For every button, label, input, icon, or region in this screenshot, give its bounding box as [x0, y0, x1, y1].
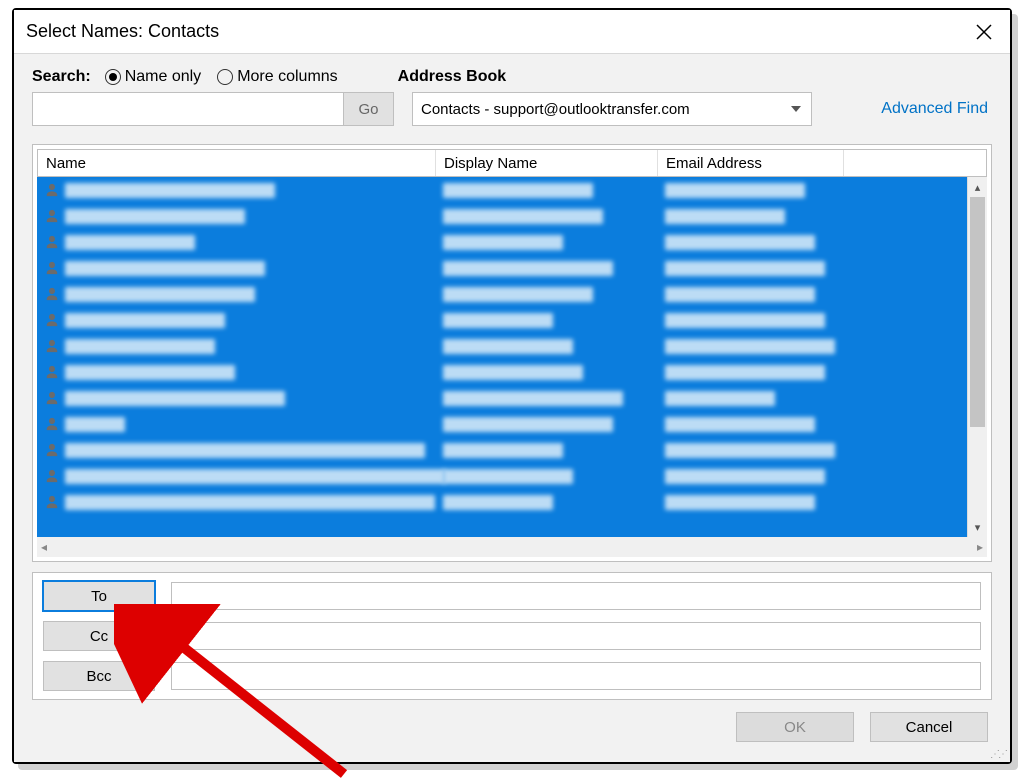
person-icon [43, 443, 61, 457]
table-row[interactable] [37, 307, 967, 333]
search-mode-group: Name only More columns [105, 68, 338, 86]
scroll-down-arrow[interactable]: ▾ [968, 517, 987, 537]
bcc-button[interactable]: Bcc [43, 661, 155, 691]
vertical-scrollbar[interactable]: ▴ ▾ [967, 177, 987, 537]
column-headers: Name Display Name Email Address [37, 149, 987, 177]
scroll-left-arrow[interactable]: ◂ [41, 540, 47, 554]
ok-button[interactable]: OK [736, 712, 854, 742]
address-book-label: Address Book [398, 68, 506, 86]
table-row[interactable] [37, 281, 967, 307]
search-label: Search: [32, 68, 91, 86]
go-button[interactable]: Go [344, 92, 394, 126]
close-icon [976, 24, 992, 40]
person-icon [43, 183, 61, 197]
person-icon [43, 417, 61, 431]
to-row: To [43, 581, 981, 611]
person-icon [43, 495, 61, 509]
table-row[interactable] [37, 333, 967, 359]
close-button[interactable] [970, 18, 998, 46]
table-row[interactable] [37, 229, 967, 255]
table-row[interactable] [37, 411, 967, 437]
person-icon [43, 313, 61, 327]
recipients-panel: To Cc Bcc [32, 572, 992, 700]
cancel-button[interactable]: Cancel [870, 712, 988, 742]
table-row[interactable] [37, 489, 967, 515]
bcc-input[interactable] [171, 662, 981, 690]
cc-button[interactable]: Cc [43, 621, 155, 651]
scroll-up-arrow[interactable]: ▴ [968, 177, 987, 197]
column-header-extra[interactable] [844, 150, 986, 176]
radio-more-columns-label: More columns [237, 68, 337, 86]
person-icon [43, 261, 61, 275]
radio-icon [105, 69, 121, 85]
person-icon [43, 235, 61, 249]
person-icon [43, 339, 61, 353]
to-input[interactable] [171, 582, 981, 610]
person-icon [43, 391, 61, 405]
table-row[interactable] [37, 359, 967, 385]
table-row[interactable] [37, 203, 967, 229]
column-header-name[interactable]: Name [38, 150, 436, 176]
resize-grip[interactable]: ⋰⋰ [990, 749, 1006, 760]
titlebar: Select Names: Contacts [14, 10, 1010, 54]
person-icon [43, 469, 61, 483]
person-icon [43, 209, 61, 223]
contacts-list-panel: Name Display Name Email Address ▴ ▾ ◂ ▸ [32, 144, 992, 562]
dialog-title: Select Names: Contacts [26, 21, 970, 42]
contacts-grid: ▴ ▾ [37, 177, 987, 537]
person-icon [43, 287, 61, 301]
radio-icon [217, 69, 233, 85]
contacts-selection[interactable] [37, 177, 967, 537]
table-row[interactable] [37, 255, 967, 281]
horizontal-scrollbar[interactable]: ◂ ▸ [37, 537, 987, 557]
dialog-footer: OK Cancel [32, 712, 992, 742]
scroll-thumb[interactable] [970, 197, 985, 427]
cc-input[interactable] [171, 622, 981, 650]
radio-name-only-label: Name only [125, 68, 201, 86]
to-button[interactable]: To [43, 581, 155, 611]
address-book-selected: Contacts - support@outlooktransfer.com [421, 101, 690, 118]
radio-more-columns[interactable]: More columns [217, 68, 337, 86]
cc-row: Cc [43, 621, 981, 651]
search-input[interactable] [32, 92, 344, 126]
column-header-email[interactable]: Email Address [658, 150, 844, 176]
address-book-select[interactable]: Contacts - support@outlooktransfer.com [412, 92, 812, 126]
bcc-row: Bcc [43, 661, 981, 691]
scroll-right-arrow[interactable]: ▸ [977, 540, 983, 554]
search-input-row: Go Contacts - support@outlooktransfer.co… [32, 92, 992, 126]
radio-name-only[interactable]: Name only [105, 68, 201, 86]
table-row[interactable] [37, 463, 967, 489]
search-row: Search: Name only More columns Address B… [32, 68, 992, 86]
dialog-body: Search: Name only More columns Address B… [14, 54, 1010, 762]
table-row[interactable] [37, 177, 967, 203]
advanced-find-link[interactable]: Advanced Find [881, 100, 992, 118]
column-header-display[interactable]: Display Name [436, 150, 658, 176]
person-icon [43, 365, 61, 379]
table-row[interactable] [37, 437, 967, 463]
dialog-window: Select Names: Contacts Search: Name only… [12, 8, 1012, 764]
table-row[interactable] [37, 385, 967, 411]
